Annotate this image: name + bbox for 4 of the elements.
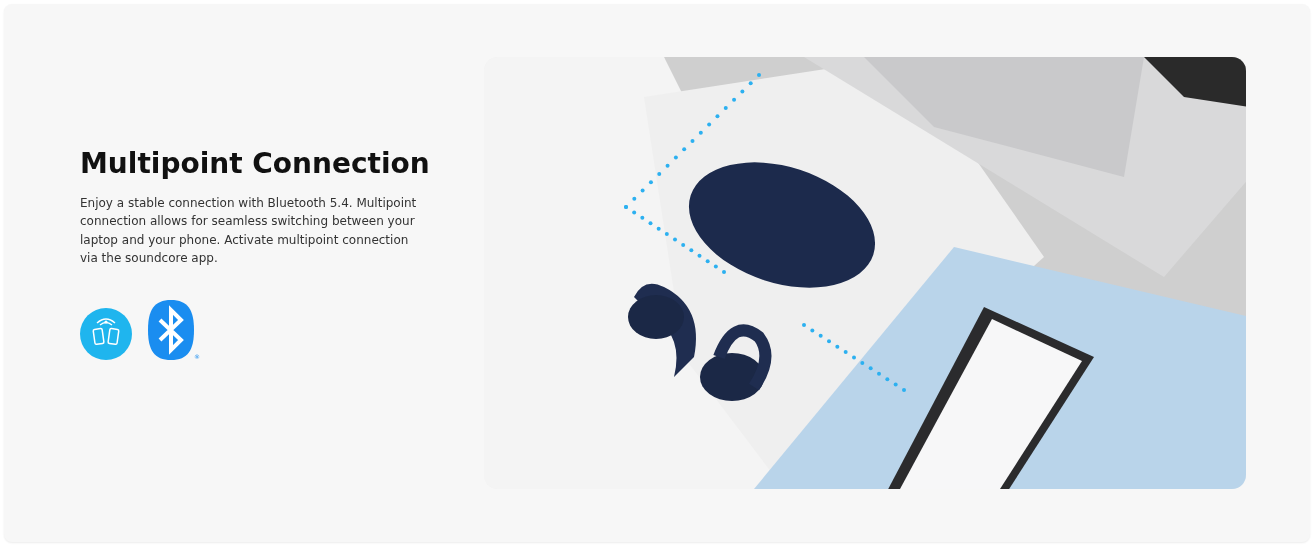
bluetooth-icon — [148, 299, 194, 360]
multipoint-icon — [80, 307, 132, 360]
section-title: Multipoint Connection — [80, 146, 431, 180]
description: Enjoy a stable connection with Bluetooth 5.4. Multipoint connection allows for seamless switching between your laptop and your phone. Activate multipoint connection via the soundcore app. — [80, 194, 418, 267]
